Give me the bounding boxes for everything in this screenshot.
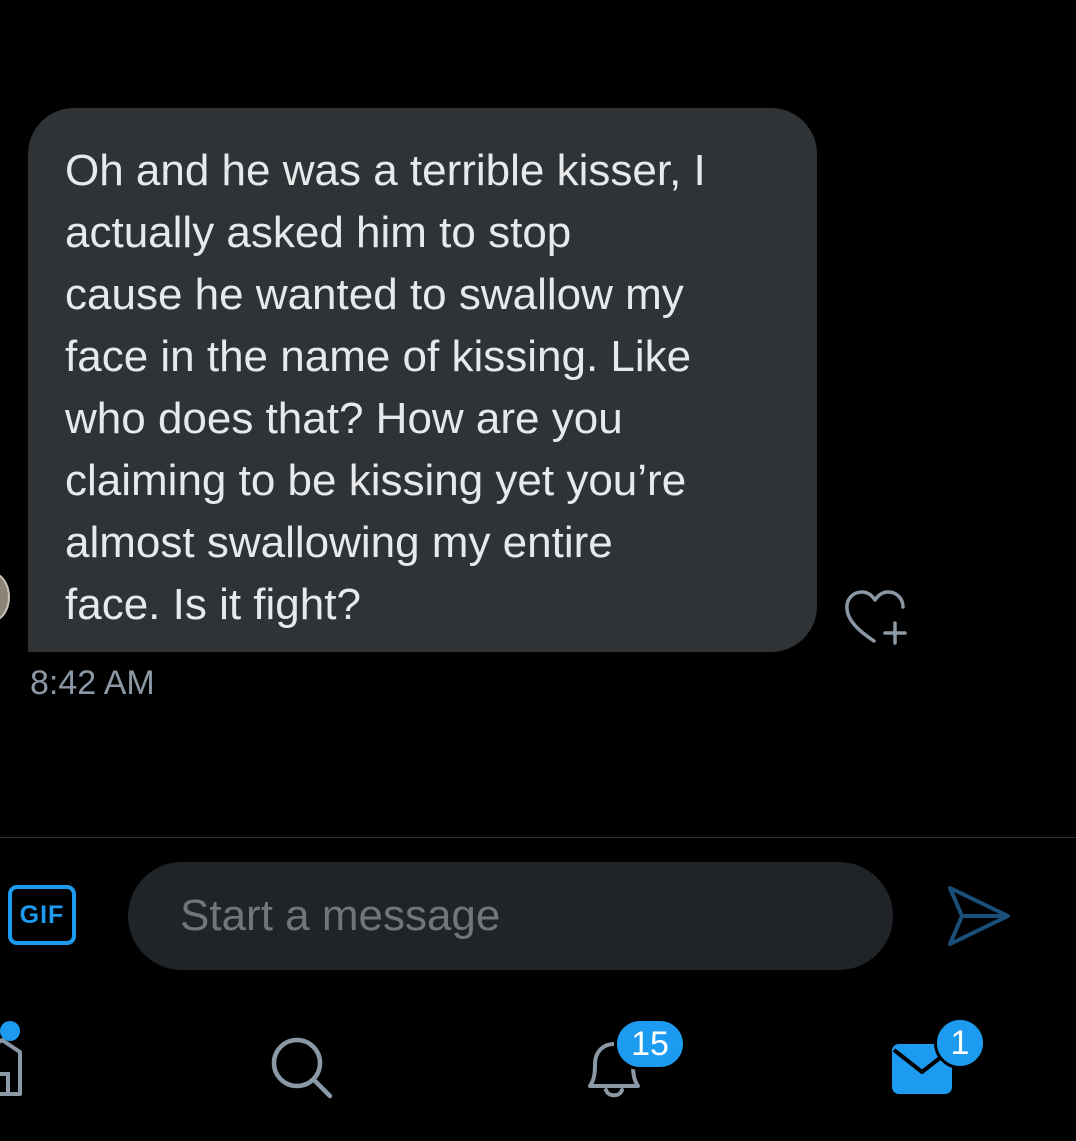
search-icon[interactable] (268, 1034, 334, 1100)
message-timestamp: 8:42 AM (30, 664, 155, 702)
message-input[interactable] (128, 862, 893, 970)
message-bubble[interactable]: Oh and he was a terrible kisser, I actua… (28, 108, 817, 652)
heart-plus-icon[interactable] (840, 585, 914, 647)
gif-button[interactable]: GIF (8, 885, 76, 945)
notifications-badge: 15 (614, 1018, 686, 1070)
send-icon[interactable] (940, 880, 1016, 952)
messages-badge: 1 (934, 1017, 986, 1069)
partial-top-icon (590, 0, 620, 6)
composer-divider (0, 837, 1076, 838)
sender-avatar[interactable] (0, 572, 10, 622)
home-unread-dot (0, 1021, 20, 1041)
message-text: Oh and he was a terrible kisser, I actua… (65, 146, 706, 629)
